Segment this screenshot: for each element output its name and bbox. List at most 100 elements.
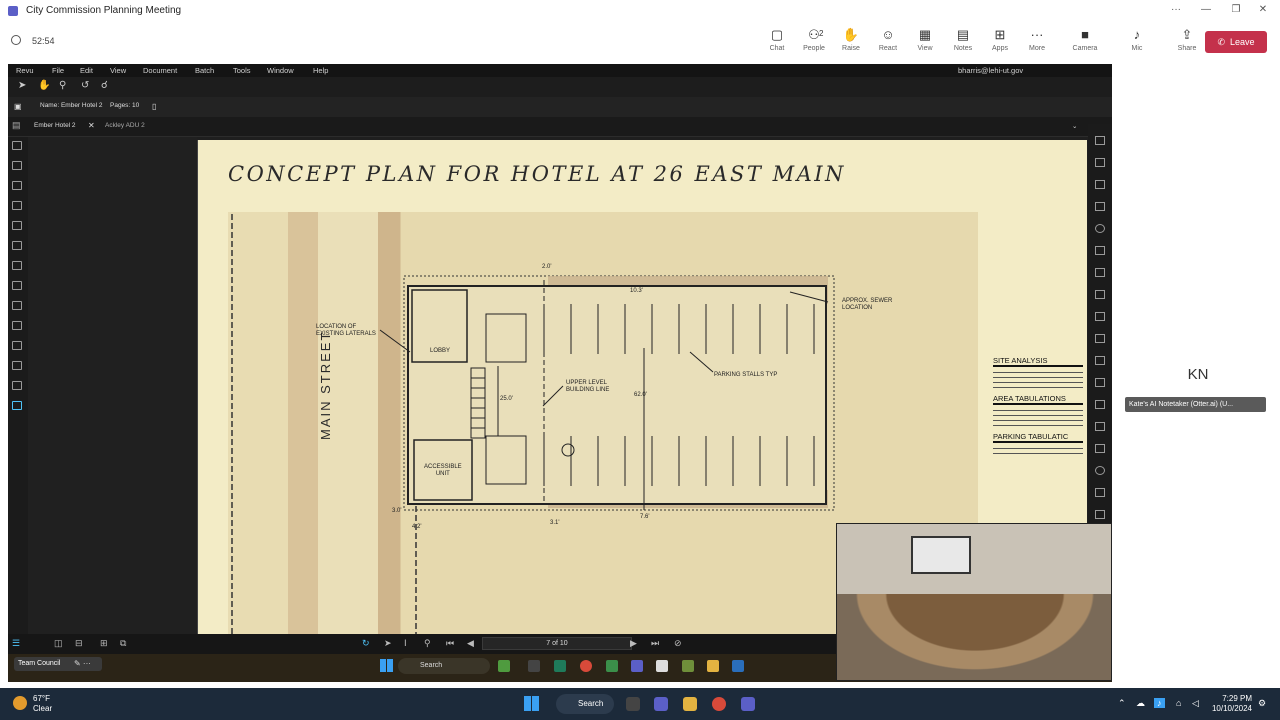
signatures-icon[interactable]	[12, 301, 22, 310]
minimize-button[interactable]: —	[1195, 4, 1217, 15]
taskbar-search[interactable]: Search	[556, 694, 614, 714]
next-page-icon[interactable]: ▶	[630, 638, 637, 649]
onedrive-icon[interactable]: ☁	[1136, 698, 1145, 709]
forms-icon[interactable]	[12, 321, 22, 330]
zoom-tool-icon[interactable]: ⚲	[59, 80, 66, 91]
apps-button[interactable]: ⊞ Apps	[983, 27, 1017, 59]
search-panel-icon[interactable]	[12, 381, 22, 390]
network-icon[interactable]: ⌂	[1176, 698, 1181, 708]
file-icon[interactable]	[656, 660, 668, 672]
polygon-tool-icon[interactable]	[1095, 488, 1105, 497]
measure-tool-icon[interactable]	[1095, 312, 1105, 321]
task-view-icon[interactable]	[626, 697, 640, 711]
inner-search-box[interactable]: Search	[398, 658, 490, 674]
undo-icon[interactable]: ↺	[81, 80, 89, 91]
text-tool-icon[interactable]	[1095, 136, 1105, 145]
image-tool-icon[interactable]	[1095, 290, 1105, 299]
line-tool-icon[interactable]	[1095, 334, 1105, 343]
meeting-room-video[interactable]	[836, 523, 1112, 681]
sync-icon[interactable]: ⧉	[120, 638, 126, 649]
list-icon[interactable]: ☰	[12, 638, 20, 649]
menu-revu[interactable]: Revu	[16, 66, 34, 75]
back-view-icon[interactable]: ⊘	[674, 638, 682, 649]
share-button[interactable]: ⇪ Share	[1170, 27, 1204, 59]
more-button[interactable]: ··· More	[1020, 27, 1054, 59]
taskbar-clock[interactable]: 7:29 PM 10/10/2024	[1210, 694, 1252, 714]
chrome-icon[interactable]	[580, 660, 592, 672]
menu-batch[interactable]: Batch	[195, 66, 214, 75]
leave-button[interactable]: ✆ Leave	[1205, 31, 1267, 53]
note-tool-icon[interactable]	[1095, 202, 1105, 211]
spaces-icon[interactable]	[12, 361, 22, 370]
page-icon[interactable]: ▯	[152, 102, 156, 111]
weather-widget[interactable]: 67°F Clear	[33, 694, 52, 714]
ellipse-tool-icon[interactable]	[1095, 466, 1105, 475]
polyline-tool-icon[interactable]	[1095, 400, 1105, 409]
menu-tools[interactable]: Tools	[233, 66, 251, 75]
arc-tool-icon[interactable]	[1095, 378, 1105, 387]
close-tab-icon[interactable]: ✕	[88, 121, 95, 130]
app-icon[interactable]	[554, 660, 566, 672]
cloud-tool-icon[interactable]	[1095, 510, 1105, 519]
app-icon[interactable]	[528, 660, 540, 672]
teams-icon[interactable]	[741, 697, 755, 711]
file-explorer-icon[interactable]	[683, 697, 697, 711]
weather-icon[interactable]	[13, 696, 27, 710]
camera-button[interactable]: ■ Camera	[1068, 27, 1102, 59]
mic-tray-icon[interactable]: ♪	[1154, 698, 1165, 708]
inner-start-icon[interactable]	[380, 659, 393, 672]
pen-tool-icon[interactable]	[1095, 158, 1105, 167]
menu-window[interactable]: Window	[267, 66, 294, 75]
app-icon[interactable]	[606, 660, 618, 672]
chat-button[interactable]: ▢ Chat	[760, 27, 794, 59]
chrome-icon[interactable]	[712, 697, 726, 711]
pan-tool-icon[interactable]: ✋	[38, 80, 50, 91]
properties-icon[interactable]: ▣	[14, 102, 22, 111]
prev-page-icon[interactable]: ◀	[467, 638, 474, 649]
split-vertical-icon[interactable]: ◫	[54, 638, 63, 649]
pan-icon[interactable]: ↻	[362, 638, 370, 649]
dimension-tool-icon[interactable]	[1095, 422, 1105, 431]
pin-icon[interactable]: ✎ ···	[74, 659, 91, 668]
menu-document[interactable]: Document	[143, 66, 177, 75]
text-select-icon[interactable]: Ⅰ	[404, 638, 407, 649]
highlight-tool-icon[interactable]	[1095, 180, 1105, 189]
select-icon[interactable]: ➤	[384, 638, 392, 649]
menu-file[interactable]: File	[52, 66, 64, 75]
callout-tool-icon[interactable]	[1095, 246, 1105, 255]
app-icon[interactable]	[498, 660, 510, 672]
people-button[interactable]: ⚇ 2 People	[797, 27, 831, 59]
tab-ember-hotel[interactable]: Ember Hotel 2	[34, 122, 76, 129]
layers-icon[interactable]	[12, 201, 22, 210]
links-icon[interactable]	[12, 341, 22, 350]
split-horizontal-icon[interactable]: ⊟	[75, 638, 83, 649]
tool-chest-icon[interactable]	[12, 261, 22, 270]
word-icon[interactable]	[732, 660, 744, 672]
menu-view[interactable]: View	[110, 66, 126, 75]
markups-icon[interactable]	[12, 241, 22, 250]
volume-icon[interactable]: ◁	[1192, 698, 1199, 709]
bookmarks-icon[interactable]	[12, 161, 22, 170]
folder-icon[interactable]	[707, 660, 719, 672]
mic-button[interactable]: ♪ Mic	[1120, 27, 1154, 59]
menu-help[interactable]: Help	[313, 66, 328, 75]
arrow-tool-icon[interactable]	[1095, 356, 1105, 365]
rectangle-tool-icon[interactable]	[1095, 444, 1105, 453]
select-tool-icon[interactable]: ➤	[18, 80, 26, 91]
start-button[interactable]	[524, 696, 539, 711]
lasso-icon[interactable]: ☌	[101, 80, 108, 91]
file-access-icon[interactable]	[12, 181, 22, 190]
raise-button[interactable]: ✋ Raise	[834, 27, 868, 59]
thumbnails-icon[interactable]	[12, 141, 22, 150]
last-page-icon[interactable]: ⏭	[651, 638, 659, 649]
tabs-dropdown-icon[interactable]: ⌄	[1072, 122, 1077, 130]
app-icon[interactable]	[682, 660, 694, 672]
studio-icon[interactable]	[12, 401, 22, 410]
circle-tool-icon[interactable]	[1095, 224, 1105, 233]
more-options-icon[interactable]: ···	[1165, 4, 1187, 15]
first-page-icon[interactable]: ⏮	[446, 638, 454, 649]
maximize-button[interactable]: ❐	[1225, 4, 1247, 15]
notification-icon[interactable]: ⚙	[1258, 698, 1266, 709]
react-button[interactable]: ☺ React	[871, 27, 905, 59]
view-button[interactable]: ▦ View	[908, 27, 942, 59]
